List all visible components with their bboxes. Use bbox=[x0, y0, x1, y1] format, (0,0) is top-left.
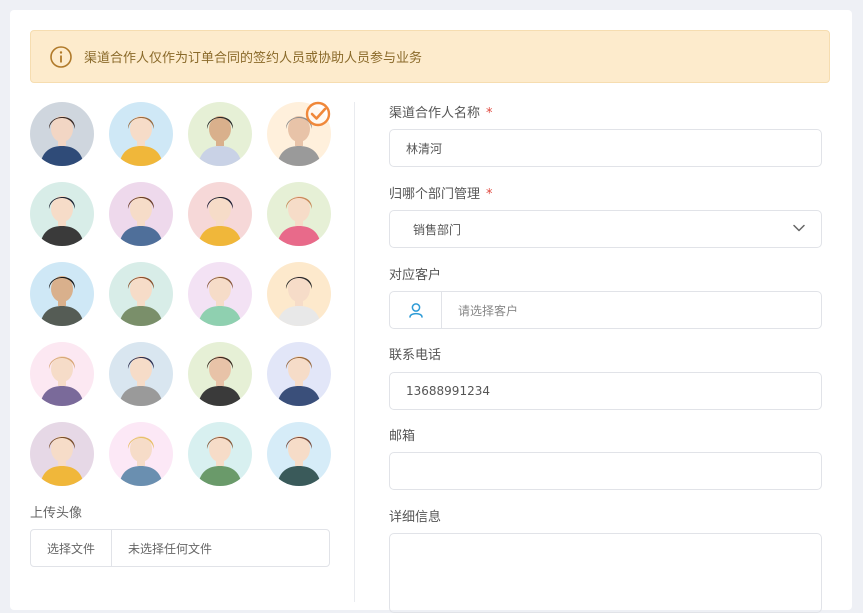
avatar-option[interactable] bbox=[267, 422, 331, 486]
phone-label: 联系电话 bbox=[389, 348, 442, 363]
avatar-option[interactable] bbox=[109, 422, 173, 486]
upload-avatar-label: 上传头像 bbox=[30, 506, 83, 521]
chevron-down-icon bbox=[793, 224, 805, 232]
avatar-option[interactable] bbox=[267, 262, 331, 326]
avatar-option[interactable] bbox=[30, 102, 94, 166]
avatar-option[interactable] bbox=[188, 182, 252, 246]
avatar-option[interactable] bbox=[109, 102, 173, 166]
required-mark: * bbox=[486, 106, 493, 121]
department-value: 销售部门 bbox=[413, 222, 462, 237]
email-label: 邮箱 bbox=[389, 429, 416, 444]
details-textarea[interactable] bbox=[389, 533, 822, 613]
avatar-option[interactable] bbox=[30, 422, 94, 486]
customer-placeholder: 请选择客户 bbox=[458, 303, 519, 318]
avatar-option[interactable] bbox=[188, 102, 252, 166]
alert-text: 渠道合作人仅作为订单合同的签约人员或协助人员参与业务 bbox=[84, 51, 423, 66]
avatar-option[interactable] bbox=[30, 262, 94, 326]
partner-name-input[interactable]: 林清河 bbox=[389, 129, 822, 167]
column-divider bbox=[354, 102, 355, 602]
info-icon bbox=[50, 45, 72, 68]
customer-label: 对应客户 bbox=[389, 268, 442, 283]
phone-value: 13688991234 bbox=[406, 384, 490, 398]
avatar-option[interactable] bbox=[267, 342, 331, 406]
main-card: 渠道合作人仅作为订单合同的签约人员或协助人员参与业务 上传头像 选择文件 未选择… bbox=[10, 10, 852, 613]
required-mark: * bbox=[486, 187, 493, 202]
department-select[interactable]: 销售部门 bbox=[389, 210, 822, 248]
email-input[interactable] bbox=[389, 452, 822, 490]
details-label: 详细信息 bbox=[389, 510, 442, 525]
avatar-option[interactable] bbox=[109, 342, 173, 406]
selected-check-icon bbox=[305, 101, 331, 127]
department-label: 归哪个部门管理 * bbox=[389, 187, 493, 202]
avatar-option[interactable] bbox=[188, 262, 252, 326]
file-status-text: 未选择任何文件 bbox=[128, 541, 213, 556]
avatar-option[interactable] bbox=[188, 422, 252, 486]
customer-select[interactable]: 请选择客户 bbox=[389, 291, 822, 329]
avatar-option[interactable] bbox=[30, 342, 94, 406]
avatar-option[interactable] bbox=[109, 182, 173, 246]
avatar-option[interactable] bbox=[188, 342, 252, 406]
user-icon[interactable] bbox=[390, 292, 442, 328]
avatar-option[interactable] bbox=[267, 182, 331, 246]
partner-name-value: 林清河 bbox=[406, 141, 443, 156]
avatar-option[interactable] bbox=[109, 262, 173, 326]
choose-file-button[interactable]: 选择文件 bbox=[31, 530, 112, 566]
avatar-option[interactable] bbox=[30, 182, 94, 246]
info-alert: 渠道合作人仅作为订单合同的签约人员或协助人员参与业务 bbox=[30, 30, 830, 83]
phone-input[interactable]: 13688991234 bbox=[389, 372, 822, 410]
avatar-file-input[interactable]: 选择文件 未选择任何文件 bbox=[30, 529, 330, 567]
partner-name-label: 渠道合作人名称 * bbox=[389, 106, 493, 121]
